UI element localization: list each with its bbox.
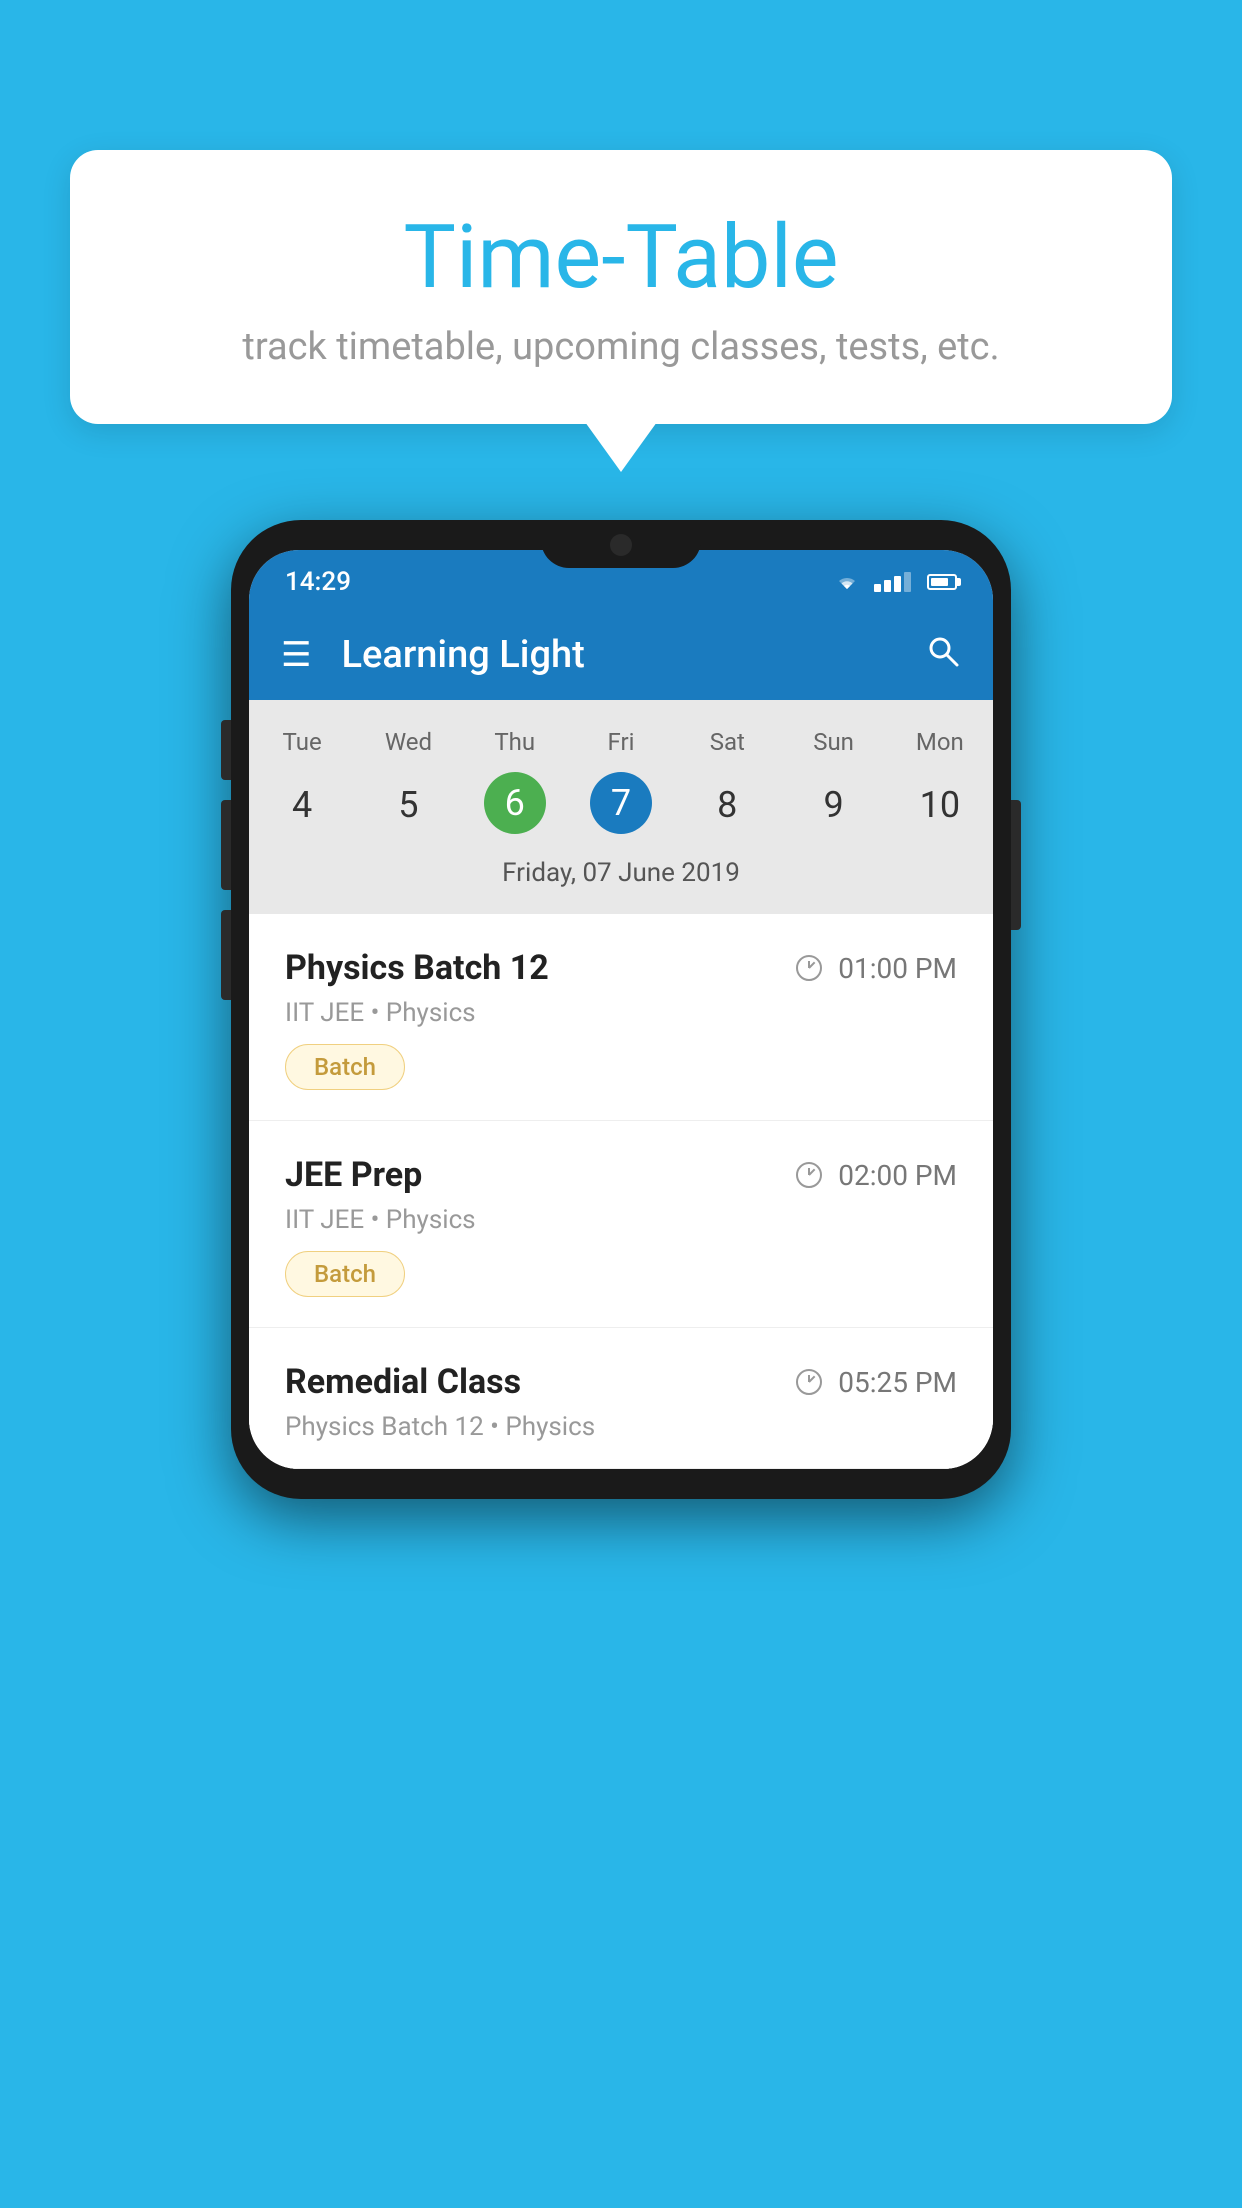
- day-6-today[interactable]: 6: [484, 772, 546, 834]
- day-numbers: 4 5 6 7 8 9 10: [249, 764, 993, 846]
- status-bar: 14:29: [249, 550, 993, 610]
- side-button-volume-down1: [221, 800, 231, 890]
- search-icon[interactable]: [925, 633, 961, 678]
- clock-icon-3: [796, 1369, 822, 1395]
- status-icons: [832, 571, 957, 593]
- speech-bubble: Time-Table track timetable, upcoming cla…: [70, 150, 1172, 424]
- day-10[interactable]: 10: [887, 772, 993, 838]
- days-row: Tue Wed Thu Fri Sat Sun Mon: [249, 720, 993, 764]
- schedule-item-2-header: JEE Prep 02:00 PM: [285, 1155, 957, 1195]
- day-9[interactable]: 9: [780, 772, 886, 838]
- hamburger-icon[interactable]: ☰: [281, 635, 311, 675]
- schedule-item-2-time: 02:00 PM: [796, 1159, 957, 1192]
- batch-tag-1: Batch: [285, 1044, 405, 1090]
- side-button-volume-up: [221, 720, 231, 780]
- batch-tag-2: Batch: [285, 1251, 405, 1297]
- schedule-item-3-sub: Physics Batch 12 • Physics: [285, 1412, 957, 1442]
- day-name-mon: Mon: [887, 720, 993, 764]
- day-name-thu: Thu: [462, 720, 568, 764]
- schedule-list: Physics Batch 12 01:00 PM IIT JEE • Phys…: [249, 914, 993, 1469]
- schedule-item-2-sub: IIT JEE • Physics: [285, 1205, 957, 1235]
- phone-screen: 14:29: [249, 550, 993, 1469]
- status-time: 14:29: [285, 567, 351, 597]
- clock-icon-1: [796, 955, 822, 981]
- day-name-tue: Tue: [249, 720, 355, 764]
- day-4[interactable]: 4: [249, 772, 355, 838]
- day-7-selected[interactable]: 7: [590, 772, 652, 834]
- schedule-item-1-header: Physics Batch 12 01:00 PM: [285, 948, 957, 988]
- schedule-item-2[interactable]: JEE Prep 02:00 PM IIT JEE • Physics Batc…: [249, 1121, 993, 1328]
- signal-bars: [874, 572, 911, 592]
- schedule-item-1-sub: IIT JEE • Physics: [285, 998, 957, 1028]
- bubble-subtitle: track timetable, upcoming classes, tests…: [120, 325, 1122, 369]
- schedule-item-3-header: Remedial Class 05:25 PM: [285, 1362, 957, 1402]
- app-title: Learning Light: [341, 633, 925, 677]
- phone-frame: 14:29: [231, 520, 1011, 1499]
- schedule-item-3-name: Remedial Class: [285, 1362, 521, 1402]
- calendar-strip: Tue Wed Thu Fri Sat Sun Mon 4 5 6 7 8 9 …: [249, 700, 993, 914]
- day-name-sat: Sat: [674, 720, 780, 764]
- app-toolbar: ☰ Learning Light: [249, 610, 993, 700]
- day-8[interactable]: 8: [674, 772, 780, 838]
- side-button-volume-down2: [221, 910, 231, 1000]
- wifi-icon: [832, 571, 862, 593]
- schedule-item-2-name: JEE Prep: [285, 1155, 422, 1195]
- bubble-title: Time-Table: [120, 210, 1122, 307]
- schedule-item-3[interactable]: Remedial Class 05:25 PM Physics Batch 12…: [249, 1328, 993, 1469]
- day-name-wed: Wed: [355, 720, 461, 764]
- day-5[interactable]: 5: [355, 772, 461, 838]
- day-name-fri: Fri: [568, 720, 674, 764]
- schedule-item-1[interactable]: Physics Batch 12 01:00 PM IIT JEE • Phys…: [249, 914, 993, 1121]
- schedule-item-3-time: 05:25 PM: [796, 1366, 957, 1399]
- side-button-power: [1011, 800, 1021, 930]
- selected-date-label: Friday, 07 June 2019: [249, 846, 993, 906]
- day-name-sun: Sun: [780, 720, 886, 764]
- phone-mockup: 14:29: [231, 520, 1011, 1499]
- schedule-item-1-name: Physics Batch 12: [285, 948, 549, 988]
- clock-icon-2: [796, 1162, 822, 1188]
- schedule-item-1-time: 01:00 PM: [796, 952, 957, 985]
- battery-icon: [927, 574, 957, 590]
